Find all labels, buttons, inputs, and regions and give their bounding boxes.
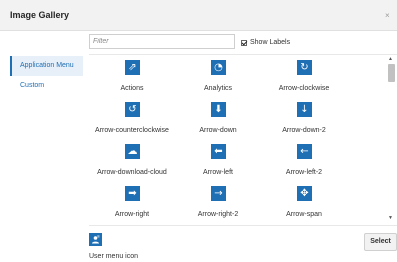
cloud-download-icon: ☁: [125, 144, 140, 159]
show-labels-toggle[interactable]: Show Labels: [241, 38, 290, 47]
gallery-item[interactable]: → Arrow-right-2: [175, 181, 261, 223]
gallery-item-label: Arrow-right: [114, 211, 150, 218]
arrow-left-2-icon: ←: [297, 144, 312, 159]
arrow-down-2-icon: ↓: [297, 102, 312, 117]
gallery-item-label: Arrow-down-2: [282, 127, 326, 134]
scroll-thumb[interactable]: [388, 64, 395, 82]
gallery-item-label: Arrow-download-cloud: [97, 169, 167, 176]
gallery-item[interactable]: ↻ Arrow-clockwise: [261, 55, 347, 97]
gallery-item[interactable]: ← Arrow-left-2: [261, 139, 347, 181]
gallery-item[interactable]: ↺ Arrow-counterclockwise: [89, 97, 175, 139]
gallery-item[interactable]: ◔ Analytics: [175, 55, 261, 97]
arrow-span-icon: ✥: [297, 186, 312, 201]
divider: [89, 225, 397, 226]
gallery-item-label: Arrow-counterclockwise: [95, 127, 169, 134]
gallery-item[interactable]: ☁ Arrow-download-cloud: [89, 139, 175, 181]
scroll-up-icon[interactable]: ▲: [388, 56, 393, 62]
gallery-item-label: Arrow-left: [203, 169, 233, 176]
show-labels-checkbox[interactable]: [241, 39, 247, 46]
gallery-item-label: Arrow-span: [286, 211, 322, 218]
sidebar-item-custom[interactable]: Custom: [10, 76, 83, 96]
gallery-item[interactable]: ⇗ Actions: [89, 55, 175, 97]
gallery-item-label: Analytics: [203, 85, 232, 92]
arrow-left-icon: ⬅: [211, 144, 226, 159]
selected-icon-label: User menu icon: [89, 253, 139, 260]
gallery-item-label: Arrow-left-2: [285, 169, 323, 176]
share-export-icon: ⇗: [125, 60, 140, 75]
gallery-item[interactable]: ↓ Arrow-down-2: [261, 97, 347, 139]
analytics-gauge-icon: ◔: [211, 60, 226, 75]
select-button[interactable]: Select: [364, 233, 397, 251]
arrow-right-2-icon: →: [211, 186, 226, 201]
filter-input[interactable]: [89, 34, 235, 49]
gallery-item[interactable]: ⬇ Arrow-down: [175, 97, 261, 139]
dialog-titlebar: Image Gallery ×: [0, 0, 397, 31]
scroll-down-icon[interactable]: ▼: [388, 215, 393, 221]
sidebar-item-application-menu[interactable]: Application Menu: [10, 56, 83, 76]
arrow-counterclockwise-icon: ↺: [125, 102, 140, 117]
gallery-scrollbar[interactable]: ▲ ▼: [386, 54, 397, 225]
gallery-item[interactable]: ⬅ Arrow-left: [175, 139, 261, 181]
close-icon[interactable]: ×: [385, 11, 390, 20]
gallery-item[interactable]: ✥ Arrow-span: [261, 181, 347, 223]
gallery-item[interactable]: ➡ Arrow-right: [89, 181, 175, 223]
user-menu-icon: [89, 233, 102, 246]
arrow-down-icon: ⬇: [211, 102, 226, 117]
gallery-item-label: Arrow-clockwise: [278, 85, 330, 92]
gallery-item-label: Actions: [120, 85, 144, 92]
arrow-clockwise-icon: ↻: [297, 60, 312, 75]
dialog-title: Image Gallery: [10, 10, 70, 20]
gallery-item-label: Arrow-down: [199, 127, 237, 134]
icon-gallery: ⇗ Actions ◔ Analytics ↻ Arrow-clockwise …: [89, 54, 397, 225]
gallery-item-label: Arrow-right-2: [197, 211, 239, 218]
sidebar: Application Menu Custom: [10, 56, 83, 96]
arrow-right-icon: ➡: [125, 186, 140, 201]
show-labels-label: Show Labels: [250, 39, 291, 46]
